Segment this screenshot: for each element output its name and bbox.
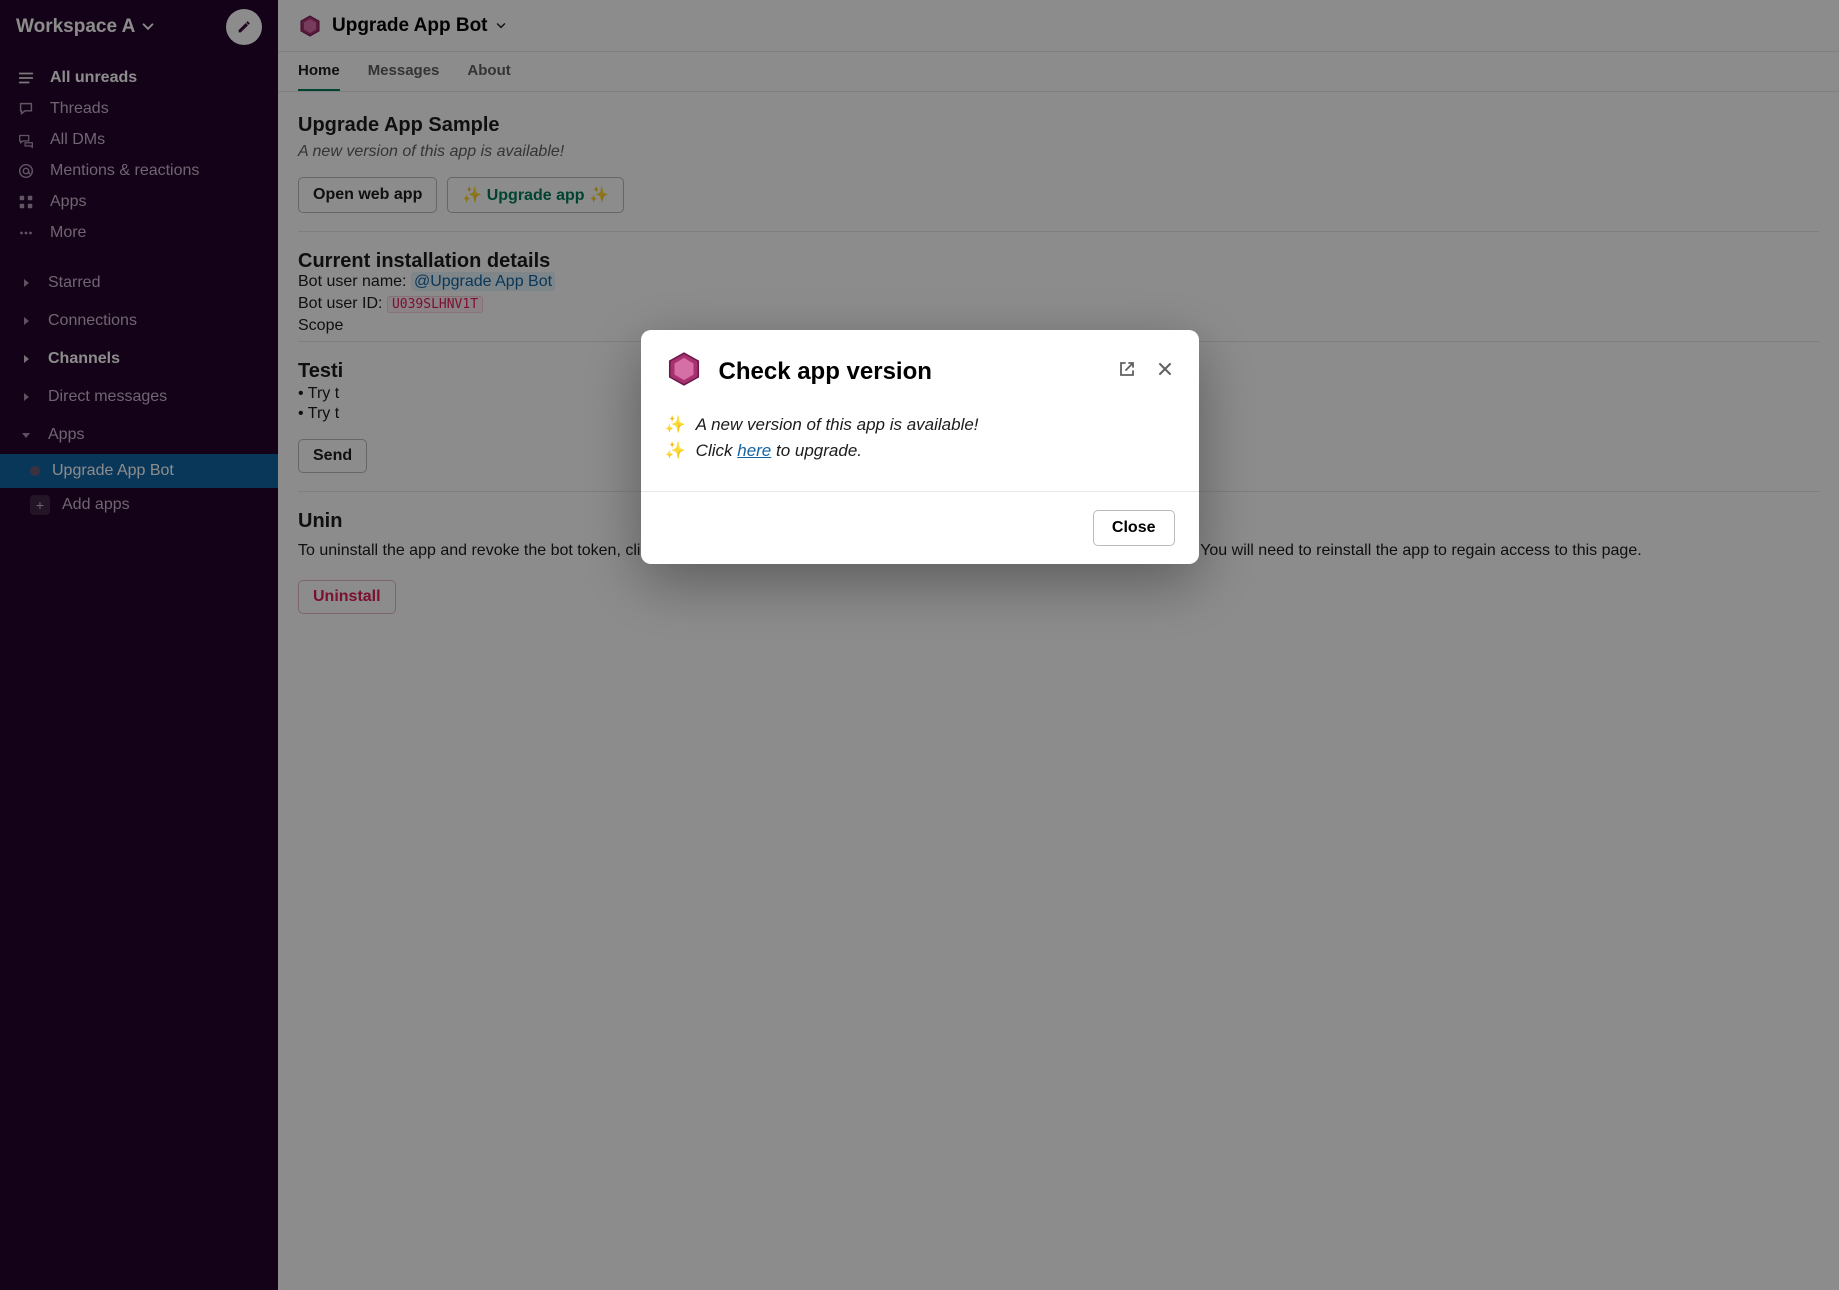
app-hex-icon — [665, 350, 703, 393]
modal-body: ✨ A new version of this app is available… — [641, 401, 1199, 491]
sparkle-icon: ✨ — [665, 441, 686, 461]
modal-header-actions — [1117, 359, 1175, 384]
modal-line: ✨ A new version of this app is available… — [665, 415, 1175, 435]
modal-title: Check app version — [719, 358, 1101, 386]
button-label: Close — [1112, 519, 1156, 536]
upgrade-link[interactable]: here — [737, 441, 771, 460]
close-icon[interactable] — [1155, 359, 1175, 384]
modal-footer: Close — [641, 491, 1199, 564]
close-button[interactable]: Close — [1093, 510, 1175, 546]
modal-line: ✨ Click here to upgrade. — [665, 441, 1175, 461]
sparkle-icon: ✨ — [665, 415, 686, 435]
check-app-version-modal: Check app version ✨ A new version of thi… — [641, 330, 1199, 564]
modal-header: Check app version — [641, 330, 1199, 401]
modal-text-pre: Click — [696, 441, 738, 460]
modal-text-post: to upgrade. — [771, 441, 862, 460]
modal-overlay[interactable]: Check app version ✨ A new version of thi… — [0, 0, 1839, 1290]
modal-text: Click here to upgrade. — [696, 441, 862, 461]
open-external-icon[interactable] — [1117, 359, 1137, 384]
modal-text: A new version of this app is available! — [696, 415, 979, 435]
